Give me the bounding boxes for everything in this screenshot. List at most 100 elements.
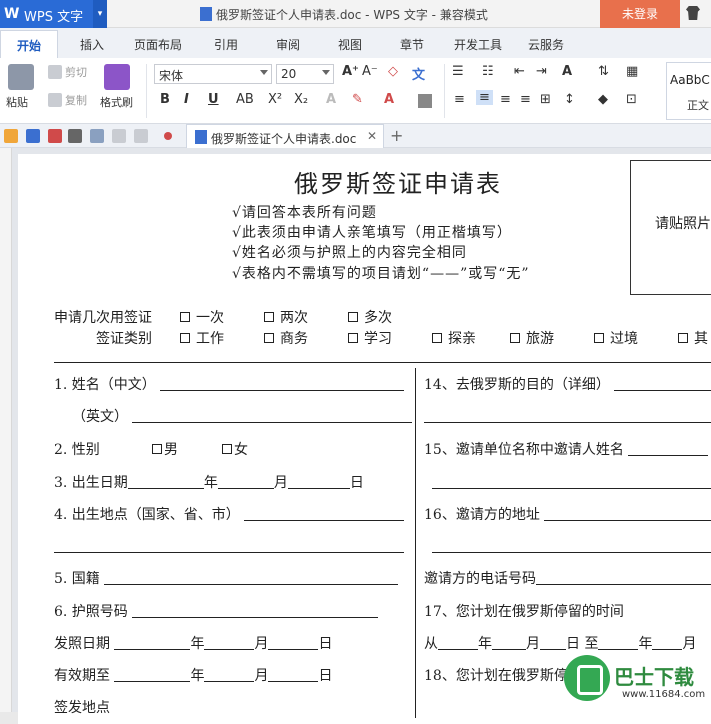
visa-type-work[interactable]: 工作 (180, 328, 224, 348)
q14-line-2[interactable] (424, 422, 711, 423)
visa-type-family[interactable]: 探亲 (432, 328, 476, 348)
checkbox[interactable] (348, 312, 358, 322)
align-center-icon[interactable]: ≡ (476, 90, 493, 105)
phonetic-icon[interactable]: 文 (412, 64, 425, 83)
new-tab-icon[interactable]: + (390, 126, 403, 145)
superscript-button[interactable]: X² (268, 92, 282, 107)
expiry-day-input[interactable] (268, 668, 319, 682)
checkbox[interactable] (264, 333, 274, 343)
shrink-font-icon[interactable]: A⁻ (362, 64, 378, 79)
tab-developer[interactable]: 开发工具 (454, 36, 502, 53)
highlight-icon[interactable]: ✎ (352, 92, 363, 107)
line-spacing-icon[interactable]: ↕ (564, 92, 575, 107)
bullet-list-icon[interactable]: ☰ (452, 64, 464, 79)
wps-menu-button[interactable]: W WPS 文字 ▾ (0, 0, 107, 28)
skin-icon[interactable] (686, 6, 700, 20)
checkbox[interactable] (264, 312, 274, 322)
field-q14[interactable]: 14、去俄罗斯的目的（详细） (424, 374, 711, 394)
change-case-icon[interactable]: A (562, 64, 572, 79)
to-year-input[interactable] (598, 636, 639, 650)
increase-indent-icon[interactable]: ⇥ (536, 64, 547, 79)
tab-chapter[interactable]: 章节 (400, 36, 424, 53)
issue-year-input[interactable] (114, 636, 191, 650)
print-icon[interactable] (68, 129, 82, 143)
field-stay-period[interactable]: 从年月日 至年月 (424, 633, 696, 653)
birth-month-input[interactable] (217, 475, 274, 489)
cut-button[interactable]: 剪切 (48, 64, 87, 80)
decrease-indent-icon[interactable]: ⇤ (514, 64, 525, 79)
from-day-input[interactable] (540, 636, 566, 650)
field-issue-date[interactable]: 发照日期 年月日 (54, 633, 332, 653)
birthplace-input[interactable] (244, 507, 405, 521)
nationality-input[interactable] (104, 571, 399, 585)
shading-icon[interactable]: ◆ (598, 92, 608, 107)
align-left-icon[interactable]: ≡ (454, 92, 465, 107)
checkbox[interactable] (510, 333, 520, 343)
phone-input[interactable] (536, 571, 711, 585)
q16-line-2[interactable] (432, 552, 711, 553)
field-q16[interactable]: 16、邀请方的地址 (424, 504, 711, 524)
birth-day-input[interactable] (287, 475, 350, 489)
gender-male[interactable]: 男 (152, 439, 178, 459)
underline-button[interactable]: U (208, 92, 219, 107)
field-birthplace[interactable]: 4. 出生地点（国家、省、市） (54, 504, 405, 524)
print-preview-icon[interactable] (90, 129, 104, 143)
numbered-list-icon[interactable]: ☷ (482, 64, 494, 79)
issue-month-input[interactable] (204, 636, 255, 650)
grow-font-icon[interactable]: A⁺ (342, 64, 359, 79)
italic-button[interactable]: I (184, 92, 189, 107)
visa-type-tourism[interactable]: 旅游 (510, 328, 554, 348)
close-icon[interactable]: ✕ (367, 129, 377, 143)
tab-view[interactable]: 视图 (338, 36, 362, 53)
expiry-month-input[interactable] (204, 668, 255, 682)
table-icon[interactable]: ▦ (626, 64, 638, 79)
document-tab[interactable]: 俄罗斯签证个人申请表.doc ✕ (186, 124, 384, 148)
clear-format-icon[interactable]: ◇ (388, 64, 398, 79)
tab-cloud[interactable]: 云服务 (528, 36, 564, 53)
checkbox[interactable] (432, 333, 442, 343)
expiry-year-input[interactable] (114, 668, 191, 682)
field-expiry[interactable]: 有效期至 年月日 (54, 665, 332, 685)
visa-type-study[interactable]: 学习 (348, 328, 392, 348)
entry-option-once[interactable]: 一次 (180, 307, 224, 327)
style-normal[interactable]: AaBbC 正文 (666, 62, 711, 120)
align-right-icon[interactable]: ≡ (500, 92, 511, 107)
tab-reference[interactable]: 引用 (214, 36, 238, 53)
save-icon[interactable] (26, 129, 40, 143)
from-month-input[interactable] (492, 636, 526, 650)
tab-insert[interactable]: 插入 (80, 36, 104, 53)
passport-input[interactable] (132, 604, 379, 618)
checkbox[interactable] (180, 333, 190, 343)
checkbox[interactable] (152, 444, 162, 454)
field-nationality[interactable]: 5. 国籍 (54, 568, 399, 588)
checkbox[interactable] (678, 333, 688, 343)
visa-type-transit[interactable]: 过境 (594, 328, 638, 348)
q16-input[interactable] (544, 507, 711, 521)
border-icon[interactable]: ⊡ (626, 92, 637, 107)
subscript-button[interactable]: X₂ (294, 92, 308, 107)
name-cn-input[interactable] (160, 377, 405, 391)
field-q15[interactable]: 15、邀请单位名称中邀请人姓名 (424, 439, 709, 459)
field-passport[interactable]: 6. 护照号码 (54, 601, 379, 621)
field-birth-date[interactable]: 3. 出生日期年月日 (54, 472, 364, 492)
q14-input[interactable] (614, 377, 711, 391)
paste-button[interactable] (8, 64, 34, 90)
checkbox[interactable] (222, 444, 232, 454)
entry-option-twice[interactable]: 两次 (264, 307, 308, 327)
field-name-en[interactable]: （英文） (72, 406, 413, 426)
birthplace-line-2[interactable] (54, 552, 404, 553)
text-effect-icon[interactable]: A (326, 92, 336, 107)
login-button[interactable]: 未登录 (600, 0, 680, 28)
name-en-input[interactable] (132, 409, 413, 423)
tab-home[interactable]: 开始 (0, 30, 59, 58)
entry-option-multiple[interactable]: 多次 (348, 307, 392, 327)
char-shading-icon[interactable] (418, 94, 432, 108)
format-painter-label[interactable]: 格式刷 (100, 94, 133, 110)
tab-layout[interactable]: 页面布局 (134, 36, 182, 53)
bold-button[interactable]: B (160, 92, 170, 107)
to-month-input[interactable] (652, 636, 683, 650)
issue-day-input[interactable] (268, 636, 319, 650)
pin-icon[interactable] (164, 132, 172, 140)
font-color-icon[interactable]: A (384, 92, 394, 107)
copy-button[interactable]: 复制 (48, 92, 87, 108)
